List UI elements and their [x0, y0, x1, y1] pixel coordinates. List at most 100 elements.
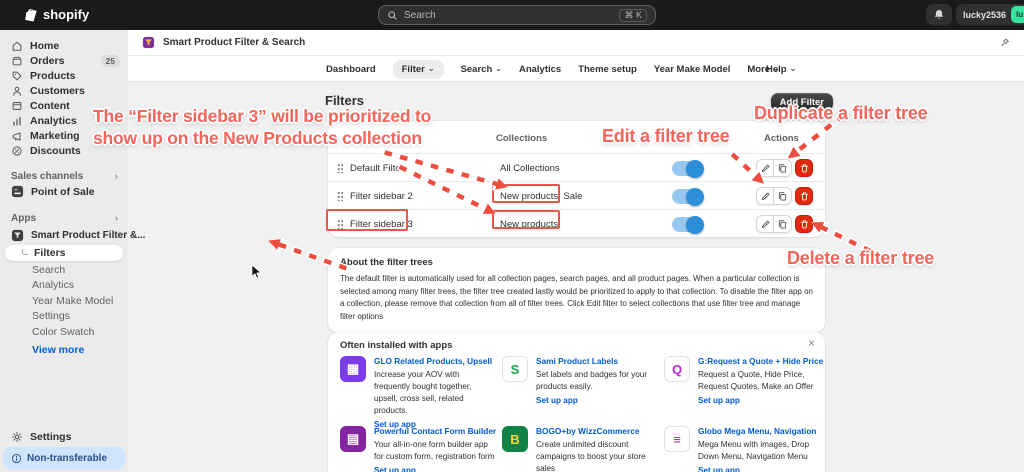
edit-filter-button[interactable] — [756, 187, 774, 205]
search-input[interactable] — [404, 9, 614, 21]
tab-analytics[interactable]: Analytics — [519, 64, 561, 75]
app-name-link[interactable]: G:Request a Quote + Hide Price — [698, 356, 823, 366]
sidebar-item-smart-product-filter[interactable]: Smart Product Filter &... — [0, 227, 145, 244]
often-installed-card: Often installed with apps × ▦ GLO Relate… — [328, 332, 825, 472]
tab-help[interactable]: Help ⌄ — [766, 64, 796, 75]
global-search[interactable]: ⌘ K — [378, 5, 656, 25]
app-suggestion-card: S Sami Product Labels Set labels and bad… — [502, 356, 664, 429]
sidebar-item-orders[interactable]: Orders 25 — [0, 53, 128, 68]
delete-filter-button[interactable] — [795, 215, 813, 233]
app-name-link[interactable]: Powerful Contact Form Builder — [374, 426, 496, 436]
sidebar-item-customers[interactable]: Customers — [0, 83, 128, 98]
sidebar-item-label: Products — [30, 69, 76, 82]
app-description: Set labels and badges for your products … — [536, 370, 648, 391]
sidebar-item-analytics[interactable]: Analytics — [0, 113, 128, 128]
filter-collections-highlighted: New products — [500, 191, 559, 202]
pin-icon[interactable] — [999, 37, 1010, 49]
app-header: Smart Product Filter & Search — [128, 30, 1024, 56]
home-icon — [12, 41, 22, 51]
sidebar-item-app-analytics[interactable]: Analytics — [0, 278, 128, 294]
globo-mega-menu-icon: ≡ — [664, 426, 690, 452]
trash-icon — [800, 219, 808, 228]
app-name-link[interactable]: Sami Product Labels — [536, 356, 658, 366]
sidebar-item-label: Point of Sale — [31, 185, 95, 198]
enable-toggle[interactable] — [672, 159, 704, 178]
sidebar: Home Orders 25 Products Customers Conten… — [0, 30, 145, 472]
sidebar-item-search[interactable]: Search — [0, 262, 128, 278]
close-icon[interactable]: × — [808, 337, 815, 349]
chevron-down-icon: ⌄ — [789, 63, 797, 73]
drag-handle-icon[interactable] — [337, 219, 343, 229]
app-suggestion-card: ▤ Powerful Contact Form Builder Your all… — [340, 426, 502, 472]
top-bar: shopify ⌘ K lucky2536 lu — [0, 0, 1024, 30]
app-name-link[interactable]: Globo Mega Menu, Navigation — [698, 426, 820, 436]
set-up-app-link[interactable]: Set up app — [374, 466, 496, 472]
tab-filter[interactable]: Filter ⌄ — [392, 59, 444, 79]
app-suggestion-card: ≡ Globo Mega Menu, Navigation Mega Menu … — [664, 426, 826, 472]
sidebar-item-app-settings[interactable]: Settings — [0, 309, 128, 325]
app-name-link[interactable]: GLO Related Products, Upsell — [374, 356, 496, 366]
app-title: Smart Product Filter & Search — [163, 37, 306, 48]
avatar: lu — [1011, 6, 1024, 23]
edit-filter-button[interactable] — [756, 159, 774, 177]
sidebar-item-content[interactable]: Content — [0, 98, 128, 113]
duplicate-filter-button[interactable] — [774, 187, 792, 205]
grequest-quote-icon: Q — [664, 356, 690, 382]
drag-handle-icon[interactable] — [337, 163, 343, 173]
set-up-app-link[interactable]: Set up app — [536, 396, 658, 405]
contact-form-builder-icon: ▤ — [340, 426, 366, 452]
sidebar-item-products[interactable]: Products — [0, 68, 128, 83]
products-icon — [12, 71, 22, 80]
sidebar-item-year-make-model[interactable]: Year Make Model — [0, 293, 128, 309]
sidebar-item-label: Home — [30, 39, 60, 52]
view-more-link[interactable]: View more — [0, 342, 128, 358]
bogo-wizzcommerce-icon: B — [502, 426, 528, 452]
enable-toggle[interactable] — [672, 187, 704, 206]
app-description: Request a Quote, Hide Price, Request Quo… — [698, 370, 814, 391]
copy-icon — [778, 163, 787, 173]
sidebar-item-label: Filters — [34, 247, 66, 259]
sales-channels-header[interactable]: Sales channels › — [0, 169, 128, 183]
set-up-app-link[interactable]: Set up app — [698, 396, 820, 405]
filter-name: Filter sidebar 3 — [350, 219, 413, 230]
notifications-button[interactable] — [926, 4, 952, 25]
sidebar-item-label: Marketing — [30, 129, 80, 142]
sidebar-item-point-of-sale[interactable]: Point of Sale — [0, 183, 128, 200]
apps-header[interactable]: Apps › — [0, 211, 128, 225]
pencil-icon — [761, 192, 769, 200]
delete-filter-button[interactable] — [795, 159, 813, 177]
sidebar-item-discounts[interactable]: Discounts — [0, 143, 128, 158]
info-icon — [11, 453, 22, 463]
shopify-logo[interactable]: shopify — [24, 7, 89, 22]
duplicate-filter-button[interactable] — [774, 215, 792, 233]
filter-collections-highlighted: New products — [500, 219, 559, 230]
app-name-link[interactable]: BOGO+by WizzCommerce — [536, 426, 658, 436]
add-filter-button[interactable]: Add Filter — [770, 93, 833, 111]
drag-handle-icon[interactable] — [337, 191, 343, 201]
pencil-icon — [761, 220, 769, 228]
sidebar-item-marketing[interactable]: Marketing — [0, 128, 128, 143]
tab-year-make-model[interactable]: Year Make Model — [654, 64, 731, 75]
user-menu[interactable]: lucky2536 lu — [956, 4, 1024, 25]
sidebar-item-home[interactable]: Home — [0, 38, 128, 53]
about-filter-trees-card: About the filter trees The default filte… — [328, 248, 825, 333]
brand-text: shopify — [43, 7, 90, 22]
edit-filter-button[interactable] — [756, 215, 774, 233]
sidebar-item-color-swatch[interactable]: Color Swatch — [0, 324, 128, 340]
app-description: Create unlimited discount campaigns to b… — [536, 440, 646, 472]
tab-dashboard[interactable]: Dashboard — [326, 64, 376, 75]
app-suggestion-card: ▦ GLO Related Products, Upsell Increase … — [340, 356, 502, 429]
filter-app-icon — [142, 36, 155, 49]
filter-app-icon — [11, 229, 24, 242]
app-suggestion-card: Q G:Request a Quote + Hide Price Request… — [664, 356, 826, 429]
delete-filter-button[interactable] — [795, 187, 813, 205]
sidebar-item-filters-active[interactable]: Filters — [5, 245, 123, 261]
enable-toggle[interactable] — [672, 215, 704, 234]
duplicate-filter-button[interactable] — [774, 159, 792, 177]
tab-search[interactable]: Search ⌄ — [461, 64, 502, 75]
set-up-app-link[interactable]: Set up app — [698, 466, 820, 472]
sidebar-item-settings[interactable]: Settings — [0, 429, 128, 444]
tab-theme-setup[interactable]: Theme setup — [578, 64, 637, 75]
sami-product-labels-icon: S — [502, 356, 528, 382]
chevron-down-icon: ⌄ — [495, 63, 502, 73]
